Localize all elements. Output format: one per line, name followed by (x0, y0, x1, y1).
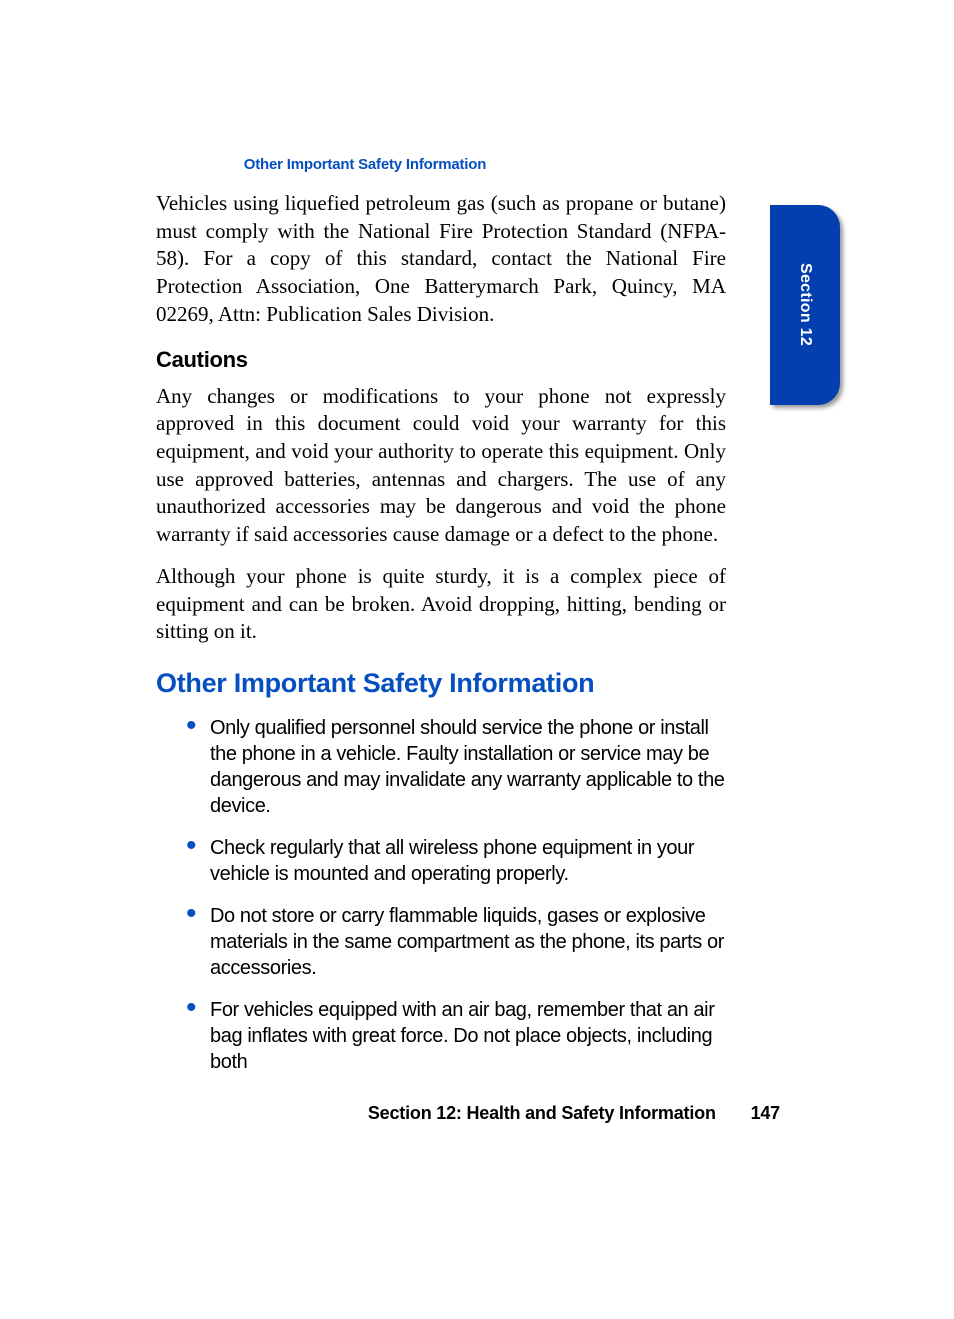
page-footer: Section 12: Health and Safety Informatio… (0, 1103, 780, 1124)
list-item: Do not store or carry flammable liquids,… (186, 903, 726, 981)
list-item: Check regularly that all wireless phone … (186, 835, 726, 887)
section-tab: Section 12 (770, 205, 840, 405)
cautions-paragraph-2: Although your phone is quite sturdy, it … (156, 563, 726, 646)
page-content: Vehicles using liquefied petroleum gas (… (156, 190, 726, 1091)
page-number: 147 (751, 1103, 780, 1123)
list-item: For vehicles equipped with an air bag, r… (186, 997, 726, 1075)
section-heading: Other Important Safety Information (156, 668, 726, 699)
cautions-paragraph-1: Any changes or modifications to your pho… (156, 383, 726, 549)
running-header: Other Important Safety Information (0, 156, 730, 173)
list-item: Only qualified personnel should service … (186, 715, 726, 819)
document-page: Other Important Safety Information Secti… (0, 0, 954, 1319)
cautions-heading: Cautions (156, 347, 726, 373)
footer-section-label: Section 12: Health and Safety Informatio… (368, 1103, 716, 1123)
bullet-list: Only qualified personnel should service … (186, 715, 726, 1075)
section-tab-label: Section 12 (796, 263, 814, 346)
intro-paragraph: Vehicles using liquefied petroleum gas (… (156, 190, 726, 329)
